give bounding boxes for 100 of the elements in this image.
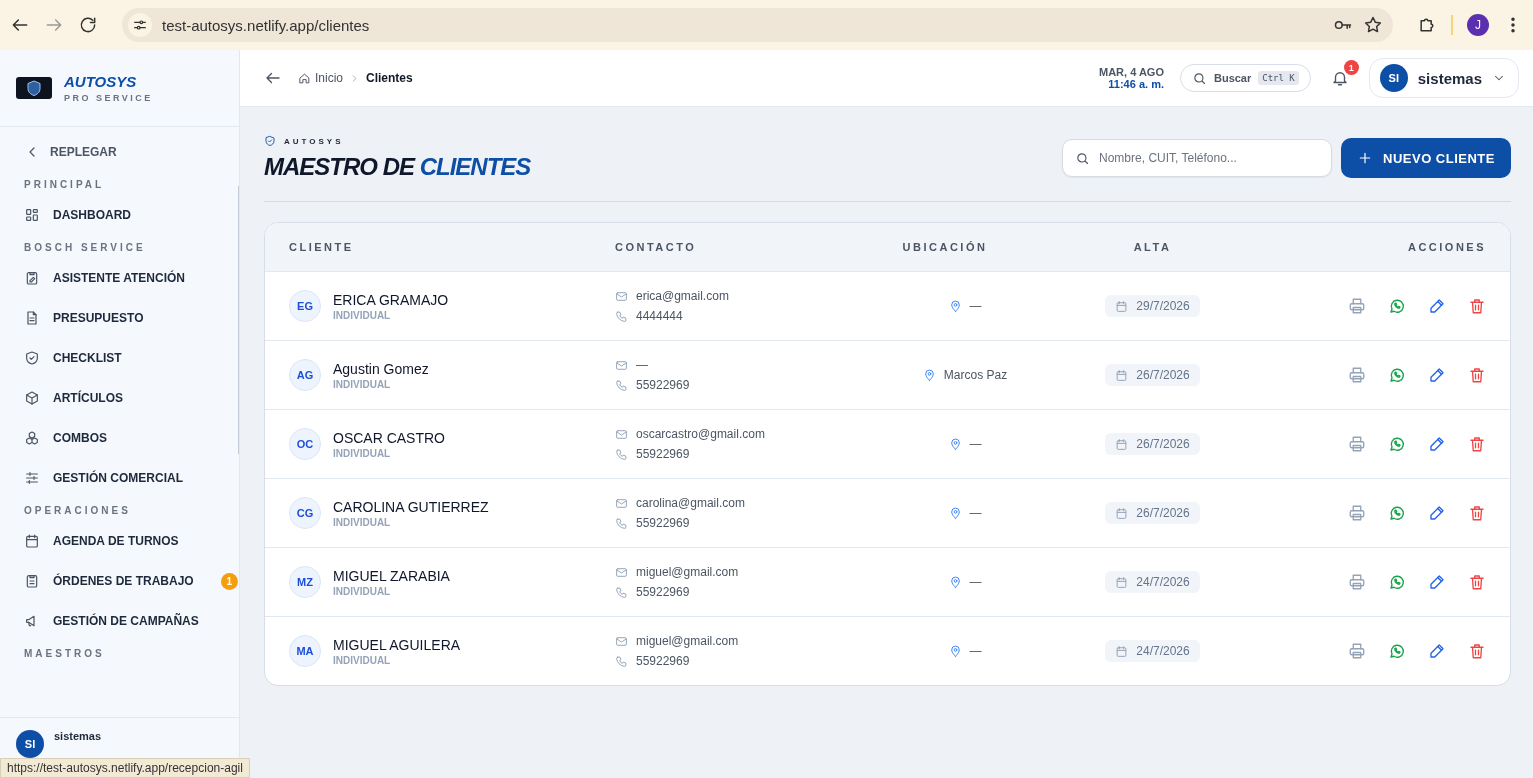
shortcut-key: Ctrl K bbox=[1258, 71, 1299, 85]
printer-icon[interactable] bbox=[1348, 573, 1366, 591]
phone-icon bbox=[615, 309, 628, 323]
delete-icon[interactable] bbox=[1468, 435, 1486, 453]
home-icon bbox=[298, 71, 311, 85]
location-pin-icon bbox=[922, 368, 936, 382]
initials-avatar: MA bbox=[289, 635, 321, 667]
client-type: INDIVIDUAL bbox=[333, 447, 392, 459]
bell-icon[interactable] bbox=[1330, 69, 1349, 87]
phone-icon bbox=[615, 378, 628, 392]
cubes-icon bbox=[24, 430, 40, 446]
phone-text: 55922969 bbox=[636, 654, 690, 668]
delete-icon[interactable] bbox=[1468, 297, 1486, 315]
location-text: — bbox=[969, 437, 982, 451]
initials-avatar: EG bbox=[289, 290, 321, 322]
page-title: MAESTRO DE CLIENTES bbox=[264, 153, 531, 181]
delete-icon[interactable] bbox=[1468, 366, 1486, 384]
printer-icon[interactable] bbox=[1348, 504, 1366, 522]
chat-icon[interactable] bbox=[1388, 297, 1406, 315]
profile-avatar[interactable]: J bbox=[1467, 14, 1489, 36]
location-pin-icon bbox=[948, 506, 962, 520]
nav-item[interactable]: GESTIÓN DE CAMPAÑAS bbox=[24, 608, 238, 634]
edit-icon[interactable] bbox=[1428, 573, 1446, 591]
column-header: UBICACIÓN bbox=[901, 241, 989, 253]
nav-item[interactable]: ARTÍCULOS bbox=[24, 385, 238, 411]
email-text: erica@gmail.com bbox=[636, 289, 729, 303]
nav-item[interactable]: CHECKLIST bbox=[24, 345, 238, 371]
location-text: — bbox=[969, 575, 982, 589]
column-header: ACCIONES bbox=[1406, 241, 1487, 253]
mail-icon bbox=[615, 634, 628, 648]
user-avatar: SI bbox=[1379, 64, 1408, 92]
delete-icon[interactable] bbox=[1468, 642, 1486, 660]
date-chip: 26/7/2026 bbox=[1105, 364, 1200, 386]
delete-icon[interactable] bbox=[1468, 573, 1486, 591]
phone-icon bbox=[615, 516, 628, 530]
printer-icon[interactable] bbox=[1348, 366, 1366, 384]
breadcrumb-link[interactable]: Inicio bbox=[298, 71, 343, 85]
location-pin-icon bbox=[948, 437, 962, 451]
phone-icon bbox=[615, 447, 628, 461]
chat-icon[interactable] bbox=[1388, 366, 1406, 384]
search-icon bbox=[1191, 70, 1207, 86]
initials-avatar: CG bbox=[289, 497, 321, 529]
count-badge: 1 bbox=[220, 572, 238, 590]
phone-text: 55922969 bbox=[636, 447, 690, 461]
grid-icon bbox=[24, 207, 40, 223]
sliders-icon bbox=[24, 470, 40, 486]
nav-item[interactable]: COMBOS bbox=[24, 425, 238, 451]
user-menu[interactable]: SI sistemas bbox=[1368, 58, 1519, 98]
site-settings-icon[interactable] bbox=[128, 13, 152, 37]
nav-item[interactable]: ASISTENTE ATENCIÓN bbox=[24, 265, 238, 291]
location-text: — bbox=[969, 506, 982, 520]
url-text: test-autosys.netlify.app/clientes bbox=[162, 16, 370, 34]
client-name: ERICA GRAMAJO bbox=[333, 291, 449, 308]
date-chip: 26/7/2026 bbox=[1105, 502, 1200, 524]
section-label: MAESTROS bbox=[24, 648, 106, 659]
address-bar[interactable]: test-autosys.netlify.app/clientes bbox=[122, 8, 1393, 42]
date-chip: 24/7/2026 bbox=[1105, 640, 1200, 662]
status-url: https://test-autosys.netlify.app/recepcion-agil bbox=[0, 758, 250, 778]
star-icon[interactable] bbox=[1363, 15, 1383, 35]
chat-icon[interactable] bbox=[1388, 573, 1406, 591]
phone-text: 55922969 bbox=[636, 585, 690, 599]
search-field[interactable]: Nombre, CUIT, Teléfono... bbox=[1062, 139, 1333, 177]
printer-icon[interactable] bbox=[1348, 297, 1366, 315]
brand-tagline: PRO SERVICE bbox=[64, 93, 153, 103]
section-label: PRINCIPAL bbox=[24, 179, 106, 190]
nav-item[interactable]: DASHBOARD bbox=[24, 202, 238, 228]
breadcrumb-link[interactable]: Clientes bbox=[366, 71, 413, 85]
client-name: Agustin Gomez bbox=[333, 360, 429, 377]
calendar-icon bbox=[24, 533, 40, 549]
email-text: carolina@gmail.com bbox=[636, 496, 745, 510]
collapse-button[interactable]: REPLEGAR bbox=[24, 139, 238, 165]
search-icon bbox=[1075, 151, 1091, 166]
edit-icon[interactable] bbox=[1428, 435, 1446, 453]
calendar-icon bbox=[1115, 368, 1129, 382]
edit-icon[interactable] bbox=[1428, 504, 1446, 522]
date-chip: 29/7/2026 bbox=[1105, 295, 1200, 317]
nav-item[interactable]: PRESUPUESTO bbox=[24, 305, 238, 331]
reload-icon[interactable] bbox=[78, 15, 98, 35]
printer-icon[interactable] bbox=[1348, 642, 1366, 660]
edit-icon[interactable] bbox=[1428, 297, 1446, 315]
nav-item[interactable]: GESTIÓN COMERCIAL bbox=[24, 465, 238, 491]
nav-item[interactable]: AGENDA DE TURNOS bbox=[24, 528, 238, 554]
new-client-button[interactable]: NUEVO CLIENTE bbox=[1341, 138, 1511, 178]
nav-item[interactable]: ÓRDENES DE TRABAJO 1 bbox=[24, 568, 238, 594]
calendar-icon bbox=[1115, 644, 1129, 658]
delete-icon[interactable] bbox=[1468, 504, 1486, 522]
phone-icon bbox=[615, 585, 628, 599]
clipboard-icon bbox=[24, 573, 40, 589]
edit-icon[interactable] bbox=[1428, 366, 1446, 384]
mail-icon bbox=[615, 289, 628, 303]
edit-icon[interactable] bbox=[1428, 642, 1446, 660]
chat-icon[interactable] bbox=[1388, 504, 1406, 522]
chat-icon[interactable] bbox=[1388, 435, 1406, 453]
column-header: CONTACTO bbox=[615, 241, 698, 253]
printer-icon[interactable] bbox=[1348, 435, 1366, 453]
client-type: INDIVIDUAL bbox=[333, 378, 392, 390]
client-name: CAROLINA GUTIERREZ bbox=[333, 498, 489, 515]
phone-text: 55922969 bbox=[636, 516, 690, 530]
mail-icon bbox=[615, 496, 628, 510]
chat-icon[interactable] bbox=[1388, 642, 1406, 660]
